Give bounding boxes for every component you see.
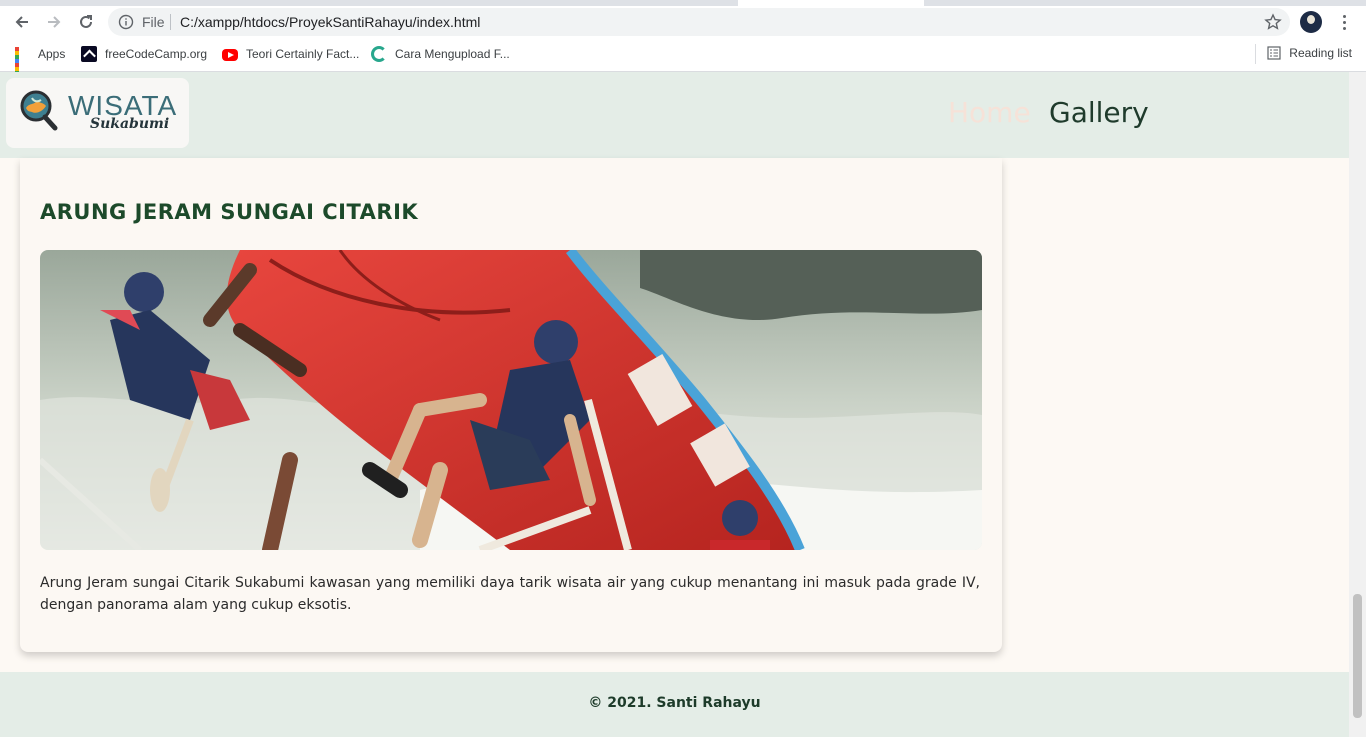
site-footer: © 2021. Santi Rahayu xyxy=(0,672,1349,737)
address-bar[interactable]: File C:/xampp/htdocs/ProyekSantiRahayu/i… xyxy=(108,8,1290,36)
bookmarks-bar: Apps freeCodeCamp.org Teori Certainly Fa… xyxy=(0,40,1366,83)
bookmarks-divider xyxy=(1255,44,1256,64)
site-info-icon[interactable] xyxy=(118,14,134,30)
bookmark-star-icon[interactable] xyxy=(1264,13,1282,31)
magnifier-globe-icon xyxy=(20,90,58,131)
omnibox-divider xyxy=(170,14,171,30)
back-icon[interactable] xyxy=(10,10,34,34)
site-header: WISATA Sukabumi Home Gallery xyxy=(0,72,1349,158)
url-text[interactable]: C:/xampp/htdocs/ProyekSantiRahayu/index.… xyxy=(180,14,480,30)
browser-chrome: File C:/xampp/htdocs/ProyekSantiRahayu/i… xyxy=(0,0,1366,83)
reload-icon[interactable] xyxy=(74,10,98,34)
bookmark-label: freeCodeCamp.org xyxy=(105,47,208,61)
site-favicon-icon xyxy=(371,46,387,62)
bookmark-apps[interactable]: Apps xyxy=(14,46,66,83)
page-scrollbar[interactable] xyxy=(1349,72,1366,737)
bookmark-label: Apps xyxy=(38,47,66,61)
bookmark-freecodecamp[interactable]: freeCodeCamp.org xyxy=(81,46,207,62)
reading-list-button[interactable]: Reading list xyxy=(1267,46,1352,60)
file-scheme-label: File xyxy=(142,14,165,30)
bookmark-youtube[interactable]: Teori Certainly Fact... xyxy=(222,46,359,62)
nav-home-link[interactable]: Home xyxy=(948,96,1031,129)
browser-menu-icon[interactable] xyxy=(1336,10,1352,34)
reading-list-label: Reading list xyxy=(1289,46,1352,60)
card-title: ARUNG JERAM SUNGAI CITARIK xyxy=(40,200,419,224)
browser-toolbar: File C:/xampp/htdocs/ProyekSantiRahayu/i… xyxy=(0,6,1366,38)
scrollbar-thumb[interactable] xyxy=(1353,594,1362,718)
profile-avatar[interactable] xyxy=(1300,11,1322,33)
reading-list-icon xyxy=(1267,46,1281,60)
logo-subtitle: Sukabumi xyxy=(90,116,170,132)
youtube-icon xyxy=(222,49,238,61)
card-description: Arung Jeram sungai Citarik Sukabumi kawa… xyxy=(40,575,980,613)
apps-grid-icon xyxy=(14,46,30,83)
bookmark-label: Teori Certainly Fact... xyxy=(246,47,360,61)
bookmark-label: Cara Mengupload F... xyxy=(395,47,510,61)
freecodecamp-icon xyxy=(81,46,97,62)
bookmark-cara-mengupload[interactable]: Cara Mengupload F... xyxy=(371,46,510,62)
gallery-card: ARUNG JERAM SUNGAI CITARIK Arung Jeram s… xyxy=(20,158,1002,652)
footer-copyright: © 2021. Santi Rahayu xyxy=(588,695,761,711)
web-page: WISATA Sukabumi Home Gallery ARUNG JERAM… xyxy=(0,72,1349,737)
forward-icon[interactable] xyxy=(42,10,66,34)
rafting-photo xyxy=(40,250,982,550)
nav-gallery-link[interactable]: Gallery xyxy=(1049,96,1149,129)
site-logo[interactable]: WISATA Sukabumi xyxy=(6,78,189,148)
